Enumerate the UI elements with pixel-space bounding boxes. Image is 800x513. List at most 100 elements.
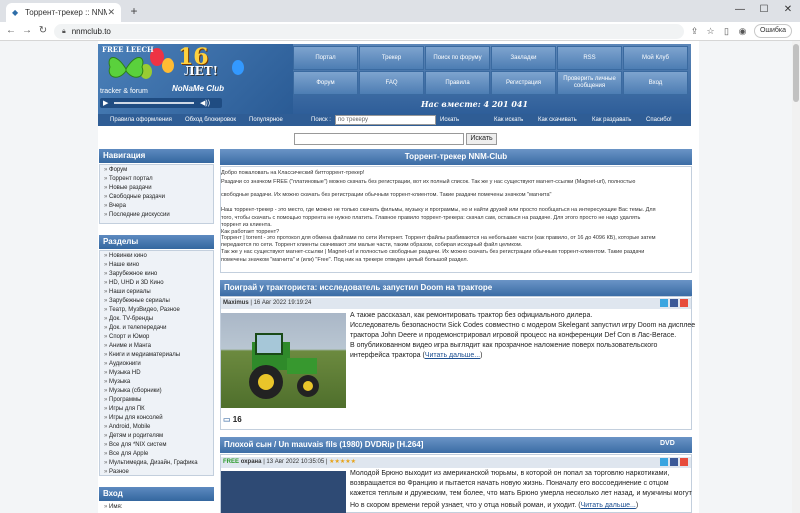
section-item[interactable]: Разное [104, 469, 129, 475]
article-author[interactable]: Maximus [223, 300, 249, 306]
bookmark-star-icon[interactable]: ☆ [704, 25, 717, 38]
tracker-search-input[interactable]: по трекеру [335, 115, 436, 125]
section-item[interactable]: Наши сериалы [104, 289, 151, 295]
welcome-text: Раздачи со значком FREE ("платиновые") м… [221, 179, 636, 185]
section-item[interactable]: Android, Mobile [104, 424, 151, 430]
twitter-icon[interactable] [660, 458, 668, 466]
welcome-text: Наш торрент-трекер - это место, где можн… [221, 207, 656, 213]
article-text: интерфейса трактора (Читать дальше...) [350, 352, 483, 359]
new-tab-button[interactable]: + [127, 4, 141, 18]
section-item[interactable]: HD, UHD и 3D Кино [104, 280, 164, 286]
link-how-seed[interactable]: Как раздавать [592, 117, 631, 123]
menu-forum-search[interactable]: Поиск по форуму [425, 46, 490, 70]
login-header: Вход [99, 487, 214, 501]
vk-icon[interactable] [680, 299, 688, 307]
section-item[interactable]: Аудиокниги [104, 361, 141, 367]
read-more-link[interactable]: Читать дальше... [581, 502, 636, 509]
volume-icon[interactable]: ◀)) [200, 99, 210, 107]
section-item[interactable]: Музыка HD [104, 370, 141, 376]
tracker-forum-label: tracker & forum [100, 88, 148, 95]
section-item[interactable]: Игры для консолей [104, 415, 163, 421]
play-icon[interactable]: ▶ [103, 99, 108, 107]
article-text: трактора John Deere и продемонстрировал … [350, 332, 677, 339]
audio-player[interactable]: ▶ ◀)) [100, 98, 222, 108]
link-how-search[interactable]: Как искать [494, 117, 523, 123]
section-item[interactable]: Наше кино [104, 262, 139, 268]
welcome-text: свободные раздачи. Их можно скачать без … [221, 192, 552, 198]
nav-item[interactable]: Последние дискуссии [104, 212, 170, 218]
section-item[interactable]: Новинки кино [104, 253, 147, 259]
article-author[interactable]: охрана [241, 459, 262, 465]
nav-header: Навигация [99, 149, 214, 163]
menu-faq[interactable]: FAQ [359, 71, 424, 95]
maximize-button[interactable]: ☐ [752, 2, 776, 18]
section-item[interactable]: Игры для ПК [104, 406, 145, 412]
tab-close-icon[interactable]: ✕ [107, 7, 115, 18]
menu-rules[interactable]: Правила [425, 71, 490, 95]
minimize-button[interactable]: — [728, 2, 752, 18]
menu-forum[interactable]: Форум [293, 71, 358, 95]
menu-register[interactable]: Регистрация [491, 71, 556, 95]
section-item[interactable]: Музыка [104, 379, 130, 385]
link-how-download[interactable]: Как скачивать [538, 117, 577, 123]
link-popular[interactable]: Популярное [249, 117, 283, 123]
menu-bookmarks[interactable]: Закладки [491, 46, 556, 70]
nav-item[interactable]: Новые раздачи [104, 185, 152, 191]
article-date: | 13 Авг 2022 10:35:05 | [263, 459, 328, 465]
link-rules[interactable]: Правила оформления [110, 117, 172, 123]
section-item[interactable]: Зарубежное кино [104, 271, 157, 277]
scrollbar[interactable] [792, 41, 800, 513]
free-badge: FREE [223, 459, 240, 465]
player-progress[interactable] [114, 102, 194, 104]
section-item[interactable]: Книги и медиаматериалы [104, 352, 180, 358]
menu-rss[interactable]: RSS [557, 46, 622, 70]
share-icon[interactable]: ⇪ [688, 25, 701, 38]
nav-item[interactable]: Торрент портал [104, 176, 153, 182]
section-item[interactable]: Музыка (сборники) [104, 388, 162, 394]
menu-portal[interactable]: Портал [293, 46, 358, 70]
twitter-icon[interactable] [660, 299, 668, 307]
section-item[interactable]: Театр, МузВидео, Разное [104, 307, 180, 313]
section-item[interactable]: Программы [104, 397, 141, 403]
section-item[interactable]: Док. и телепередачи [104, 325, 166, 331]
menu-login[interactable]: Вход [623, 71, 688, 95]
link-bypass[interactable]: Обход блокировок [185, 117, 236, 123]
close-window-button[interactable]: ✕ [776, 2, 800, 18]
section-item[interactable]: Детям и родителям [104, 433, 163, 439]
section-item[interactable]: Мультимедиа, Дизайн, Графика [104, 460, 198, 466]
profile-icon[interactable]: ◉ [736, 25, 749, 38]
menu-messages[interactable]: Проверить личные сообщения [557, 71, 622, 95]
section-item[interactable]: Спорт и Юмор [104, 334, 149, 340]
forward-icon[interactable]: → [20, 24, 34, 38]
nav-item[interactable]: Форум [104, 167, 127, 173]
comments-count[interactable]: ▭ 16 [223, 415, 242, 424]
site-search-input[interactable] [294, 133, 464, 145]
menu-my-club[interactable]: Мой Клуб [623, 46, 688, 70]
read-more-link[interactable]: Читать дальше... [425, 352, 480, 359]
vk-icon[interactable] [680, 458, 688, 466]
back-icon[interactable]: ← [4, 24, 18, 38]
scrollbar-thumb[interactable] [793, 44, 799, 102]
tracker-search-button[interactable]: Искать [440, 115, 462, 125]
nav-item[interactable]: Вчера [104, 203, 126, 209]
article-title[interactable]: Поиграй у трактористa: исследователь зап… [220, 280, 692, 296]
url-field[interactable]: 🔒︎ nnmclub.to [54, 24, 684, 39]
facebook-icon[interactable] [670, 299, 678, 307]
section-item[interactable]: Зарубежные сериалы [104, 298, 170, 304]
site-search-button[interactable]: Искать [466, 133, 497, 145]
section-item[interactable]: Все для *NIX систем [104, 442, 166, 448]
browser-tab[interactable]: ◆ Торрент-трекер :: NNM-Club ✕ [6, 3, 121, 22]
article-text: кажется теплым и дружеским, тем более, ч… [350, 490, 692, 497]
error-button[interactable]: Ошибка [754, 24, 792, 38]
nav-item[interactable]: Свободные раздачи [104, 194, 165, 200]
section-item[interactable]: Аниме и Манга [104, 343, 151, 349]
menu-tracker[interactable]: Трекер [359, 46, 424, 70]
link-thanks[interactable]: Спасибо! [646, 117, 672, 123]
side-panel-icon[interactable]: ▯ [720, 25, 733, 38]
reload-icon[interactable]: ↻ [36, 24, 50, 38]
section-item[interactable]: Все для Apple [104, 451, 148, 457]
article-text: Но в скором времени герой узнает, что у … [350, 502, 639, 509]
facebook-icon[interactable] [670, 458, 678, 466]
article-title[interactable]: Плохой сын / Un mauvais fils (1980) DVDR… [220, 437, 692, 453]
section-item[interactable]: Док. TV-бренды [104, 316, 153, 322]
